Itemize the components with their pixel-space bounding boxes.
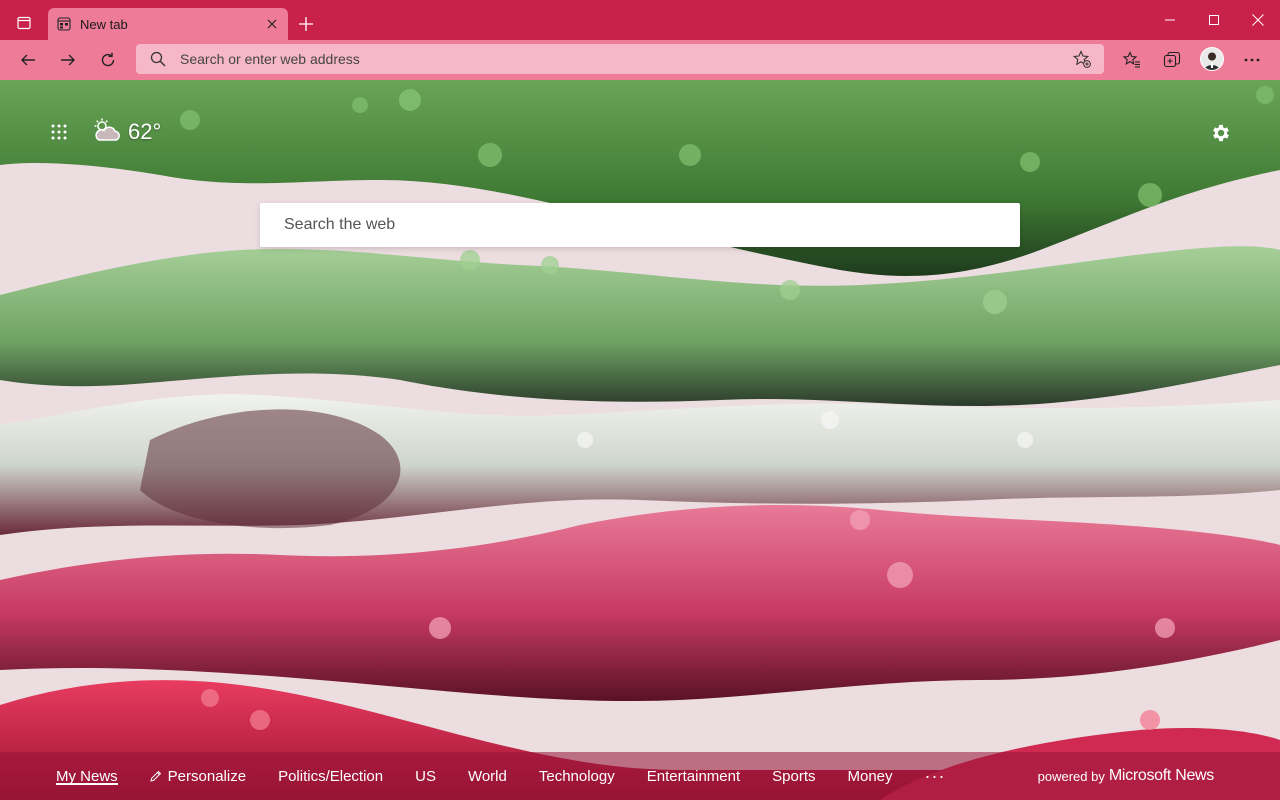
powered-by-microsoft-news: powered by Microsoft News: [1037, 752, 1215, 800]
news-tab-my-news[interactable]: My News: [40, 752, 134, 800]
close-window-button[interactable]: [1236, 0, 1280, 40]
news-tab-money[interactable]: Money: [832, 752, 909, 800]
new-tab-button[interactable]: [294, 12, 318, 36]
close-tab-icon[interactable]: [264, 16, 280, 32]
page-settings-button[interactable]: [1206, 118, 1236, 148]
more-dots-icon: ···: [924, 765, 946, 786]
more-horizontal-icon: [1244, 58, 1260, 62]
news-tab-label: Technology: [538, 767, 615, 785]
news-tab-personalize[interactable]: Personalize: [134, 752, 262, 800]
news-more-button[interactable]: ···: [909, 752, 962, 800]
news-tab-sports[interactable]: Sports: [756, 752, 831, 800]
microsoft-news-brand: Microsoft News: [1108, 767, 1214, 784]
favorites-button[interactable]: [1116, 44, 1148, 76]
profile-avatar[interactable]: [1200, 47, 1224, 71]
gear-icon: [1213, 124, 1229, 142]
close-icon: [1252, 14, 1264, 26]
news-tab-label: Entertainment: [646, 767, 741, 785]
new-tab-page-icon: [56, 16, 72, 32]
web-search-box[interactable]: [260, 203, 1020, 247]
add-favorite-icon[interactable]: [1068, 45, 1096, 73]
news-tab-label: Personalize: [167, 767, 247, 785]
tab-actions-button[interactable]: [8, 10, 40, 36]
news-tab-label: World: [467, 767, 507, 785]
maximize-icon: [1209, 15, 1219, 25]
app-grid-icon: [51, 124, 67, 140]
address-input[interactable]: [168, 44, 1068, 74]
web-search-input[interactable]: [260, 203, 1020, 247]
news-tab-label: US: [415, 767, 436, 785]
news-nav: My News Personalize Politics/Election US…: [40, 752, 962, 800]
avatar-icon: [1201, 48, 1223, 70]
settings-and-more-button[interactable]: [1236, 44, 1268, 76]
news-tab-politics[interactable]: Politics/Election: [262, 752, 399, 800]
news-tab-entertainment[interactable]: Entertainment: [631, 752, 756, 800]
minimize-icon: [1165, 19, 1175, 21]
news-tab-label: Politics/Election: [278, 767, 384, 785]
maximize-button[interactable]: [1192, 0, 1236, 40]
weather-widget[interactable]: 62°: [92, 117, 161, 147]
collections-button[interactable]: [1156, 44, 1188, 76]
tab-actions-icon: [17, 16, 31, 30]
favorites-icon: [1123, 51, 1140, 68]
news-tab-us[interactable]: US: [399, 752, 452, 800]
refresh-icon: [101, 52, 115, 67]
news-tab-technology[interactable]: Technology: [523, 752, 631, 800]
apps-launcher-button[interactable]: [46, 119, 72, 145]
background-image: [0, 80, 1280, 800]
news-tab-label: Money: [847, 767, 893, 785]
forward-button[interactable]: [52, 44, 84, 76]
arrow-right-icon: [61, 54, 75, 66]
news-tab-world[interactable]: World: [452, 752, 523, 800]
news-tab-label: Sports: [772, 767, 816, 785]
tab-title: New tab: [80, 16, 128, 32]
collections-icon: [1163, 51, 1181, 68]
refresh-button[interactable]: [92, 44, 124, 76]
search-icon: [148, 49, 168, 69]
address-bar[interactable]: [136, 44, 1104, 74]
plus-icon: [299, 17, 313, 31]
news-tab-label: My News: [56, 767, 118, 785]
minimize-button[interactable]: [1148, 0, 1192, 40]
weather-temperature: 62°: [128, 119, 162, 144]
powered-by-label: powered by: [1037, 768, 1105, 784]
arrow-left-icon: [21, 54, 35, 66]
partly-cloudy-icon: [92, 118, 122, 147]
back-button[interactable]: [12, 44, 44, 76]
browser-tab[interactable]: New tab: [48, 8, 288, 40]
news-navigation-bar: My News Personalize Politics/Election US…: [0, 752, 1280, 800]
pencil-icon: [150, 770, 162, 782]
